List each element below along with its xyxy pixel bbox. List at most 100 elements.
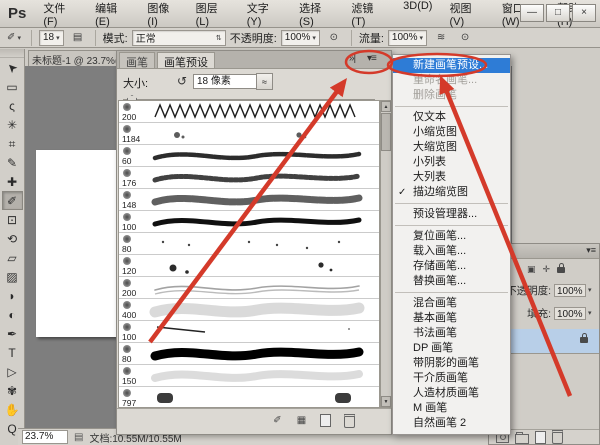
delete-layer-icon[interactable] [552,430,563,444]
lock-all-icon[interactable] [557,267,565,273]
mode-select[interactable]: 正常⇅ [132,30,226,46]
menu-item-reset-brushes[interactable]: 复位画笔... [393,229,510,244]
new-group-icon[interactable] [515,434,529,444]
menu-item-replace-brushes[interactable]: 替换画笔... [393,274,510,289]
create-new-brush-icon[interactable] [317,413,334,428]
menubar-item-type[interactable]: 文字(Y) [240,0,289,30]
dodge-tool[interactable]: ◐ [2,305,23,324]
menu-item-m-brushes[interactable]: M 画笔 [393,401,510,416]
quick-selection-tool[interactable]: ✳ [2,115,23,134]
toggle-bristle-preview-icon[interactable]: ≈ [256,73,273,90]
move-tool[interactable]: ➤ [2,58,23,77]
panel-menu-icon[interactable]: ▾≡ [367,53,376,64]
flow-select[interactable]: 100%▾ [388,30,427,46]
minimize-button[interactable]: — [520,4,544,22]
brush-preset-row[interactable]: 80 [119,343,379,365]
maximize-button[interactable]: □ [546,4,570,22]
layers-panel-menu-icon[interactable]: ▾≡ [586,245,596,256]
toggle-brush-panel-icon[interactable]: ▤ [68,30,88,45]
menubar-item-view[interactable]: 视图(V) [442,0,491,30]
scrollbar-thumb[interactable] [381,113,391,151]
brush-preset-row[interactable]: 176 [119,167,379,189]
brush-tool-icon[interactable]: ✐▾ [4,30,24,45]
canvas[interactable] [36,150,116,337]
document-tab[interactable]: 未标题-1 @ 23.7%(R [28,50,118,66]
menu-item-small-list[interactable]: 小列表 [393,155,510,170]
menubar-item-filter[interactable]: 滤镜(T) [344,0,393,30]
tab-brush[interactable]: 画笔 [119,52,155,68]
menubar-item-image[interactable]: 图像(I) [140,0,185,30]
menu-item-basic-brushes[interactable]: 基本画笔 [393,311,510,326]
menu-item-calligraphic-brushes[interactable]: 书法画笔 [393,326,510,341]
brush-preset-row[interactable]: 100 [119,321,379,343]
menu-item-natural-brushes-2[interactable]: 自然画笔 2 [393,416,510,431]
menubar-item-edit[interactable]: 编辑(E) [88,0,137,30]
brush-preset-picker[interactable]: 18▾ [39,30,64,46]
history-brush-tool[interactable]: ⟲ [2,229,23,248]
collapse-panel-icon[interactable]: »| [349,53,355,64]
menubar-item-3d[interactable]: 3D(D) [396,0,439,30]
delete-brush-icon[interactable] [341,413,358,428]
menu-item-drop-shadow-brushes[interactable]: 带阴影的画笔 [393,356,510,371]
zoom-level-input[interactable]: 23.7% [22,430,68,444]
custom-shape-tool[interactable]: ✾ [2,381,23,400]
airbrush-icon[interactable]: ≋ [431,30,451,45]
menu-item-large-thumbnail[interactable]: 大缩览图 [393,140,510,155]
lock-transparency-icon[interactable]: ▣ [527,264,536,275]
menu-item-dp-brushes[interactable]: DP 画笔 [393,341,510,356]
brush-preset-row[interactable]: 1184 [119,123,379,145]
layers-opacity-dropdown-icon[interactable]: ▾ [588,286,592,294]
menu-item-new-brush-preset[interactable]: 新建画笔预设... [393,58,510,73]
brush-preset-row[interactable]: 797 [119,387,379,408]
brush-preset-row[interactable]: 148 [119,189,379,211]
brush-preset-row[interactable]: 80 [119,233,379,255]
tablet-pressure-size-icon[interactable]: ⊙ [455,30,475,45]
brush-preset-row[interactable]: 120 [119,255,379,277]
pen-tool[interactable]: ✒ [2,324,23,343]
menubar-item-layer[interactable]: 图层(L) [189,0,237,30]
preset-list-scrollbar[interactable]: ▲ ▼ [380,100,392,408]
menubar-item-file[interactable]: 文件(F) [36,0,85,30]
menu-item-preset-manager[interactable]: 预设管理器... [393,207,510,222]
menu-item-save-brushes[interactable]: 存储画笔... [393,259,510,274]
tools-panel-grip[interactable] [0,49,24,58]
path-selection-tool[interactable]: ▷ [2,362,23,381]
brush-preset-row[interactable]: 60 [119,145,379,167]
lock-position-icon[interactable]: ✛ [543,264,551,275]
menu-item-assorted-brushes[interactable]: 混合画笔 [393,296,510,311]
scroll-up-icon[interactable]: ▲ [381,101,391,112]
blur-tool[interactable]: ◗ [2,286,23,305]
scroll-down-icon[interactable]: ▼ [381,396,391,407]
menu-item-small-thumbnail[interactable]: 小缩览图 [393,125,510,140]
menu-item-dry-media-brushes[interactable]: 干介质画笔 [393,371,510,386]
layers-fill-dropdown-icon[interactable]: ▾ [588,309,592,317]
close-button[interactable]: × [572,4,596,22]
brush-preset-row[interactable]: 200 [119,277,379,299]
clone-stamp-tool[interactable]: ⊡ [2,210,23,229]
layers-fill-value[interactable]: 100% [554,307,586,320]
menubar-item-select[interactable]: 选择(S) [292,0,341,30]
lasso-tool[interactable]: ς [2,96,23,115]
new-layer-icon[interactable] [535,431,546,444]
brush-preset-row[interactable]: 150 [119,365,379,387]
crop-tool[interactable]: ⌗ [2,134,23,153]
tab-brush-presets[interactable]: 画笔预设 [157,52,215,68]
eyedropper-tool[interactable]: ✎ [2,153,23,172]
brush-preset-row[interactable]: 100 [119,211,379,233]
horizontal-type-tool[interactable]: T [2,343,23,362]
spot-healing-brush-tool[interactable]: ✚ [2,172,23,191]
brush-size-input[interactable]: 18 像素 [193,74,257,89]
gradient-tool[interactable]: ▨ [2,267,23,286]
menu-item-faux-finish-brushes[interactable]: 人造材质画笔 [393,386,510,401]
eraser-tool[interactable]: ▱ [2,248,23,267]
menu-item-large-list[interactable]: 大列表 [393,170,510,185]
reset-size-icon[interactable]: ↺ [177,74,187,88]
hand-tool[interactable]: ✋ [2,400,23,419]
menu-item-stroke-thumbnail[interactable]: ✓描边缩览图 [393,185,510,200]
tablet-pressure-opacity-icon[interactable]: ⊙ [324,30,344,45]
layers-opacity-value[interactable]: 100% [554,284,586,297]
brush-preset-row[interactable]: 200 [119,101,379,123]
menu-item-load-brushes[interactable]: 载入画笔... [393,244,510,259]
rectangular-marquee-tool[interactable]: ▭ [2,77,23,96]
open-preset-manager-icon[interactable]: ▦ [293,413,310,428]
